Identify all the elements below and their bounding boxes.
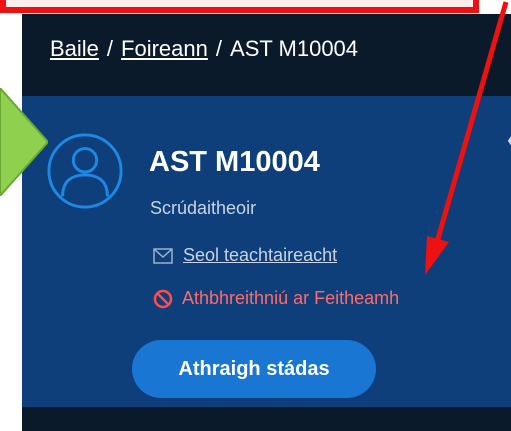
breadcrumb-team-link[interactable]: Foireann [121,36,208,61]
user-name: AST M10004 [149,146,320,178]
panel-bottom-strip [22,407,511,431]
annotation-green-arrow [0,88,48,196]
breadcrumb-home-link[interactable]: Baile [50,36,99,61]
profile-panel: ‹‹ AST M10004 Scrúdaitheoir Seol teachta… [22,96,511,407]
user-role: Scrúdaitheoir [150,198,257,218]
breadcrumb-current: AST M10004 [230,36,359,61]
breadcrumb-separator: / [215,36,223,61]
envelope-icon [153,247,173,264]
send-message-row: Seol teachtaireacht [153,245,337,266]
breadcrumb-separator: / [106,36,114,61]
send-message-link[interactable]: Seol teachtaireacht [183,245,337,266]
status-row: Athbhreithniú ar Feitheamh [153,288,399,309]
chevron-double-left-icon[interactable]: ‹‹ [507,126,511,154]
status-text: Athbhreithniú ar Feitheamh [182,288,400,308]
page-header: Baile / Foireann / AST M10004 [22,14,511,96]
change-status-button[interactable]: Athraigh stádas [132,340,376,398]
blocked-icon [153,289,173,308]
annotation-highlight-box [0,0,479,13]
user-avatar-icon [47,133,123,209]
breadcrumb: Baile / Foireann / AST M10004 [50,36,358,62]
